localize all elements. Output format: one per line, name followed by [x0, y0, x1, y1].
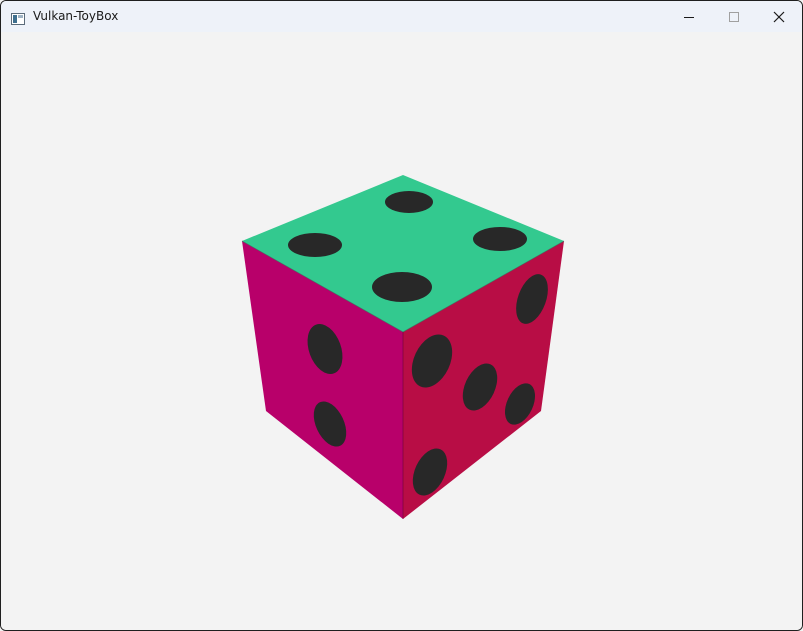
app-icon — [11, 10, 25, 25]
dice-render — [241, 175, 565, 519]
minimize-icon — [683, 11, 695, 23]
dice-pip — [385, 191, 433, 213]
maximize-icon — [728, 11, 740, 23]
dice-pip — [288, 233, 342, 257]
title-bar[interactable]: Vulkan-ToyBox — [1, 1, 802, 32]
maximize-button[interactable] — [711, 1, 757, 32]
close-button[interactable] — [756, 1, 802, 32]
dice-pip — [372, 272, 432, 302]
minimize-button[interactable] — [666, 1, 712, 32]
dice-pip — [473, 227, 527, 251]
window-title: Vulkan-ToyBox — [33, 9, 119, 23]
render-viewport[interactable] — [1, 32, 802, 630]
app-window: Vulkan-ToyBox — [0, 0, 803, 631]
close-icon — [773, 11, 785, 23]
